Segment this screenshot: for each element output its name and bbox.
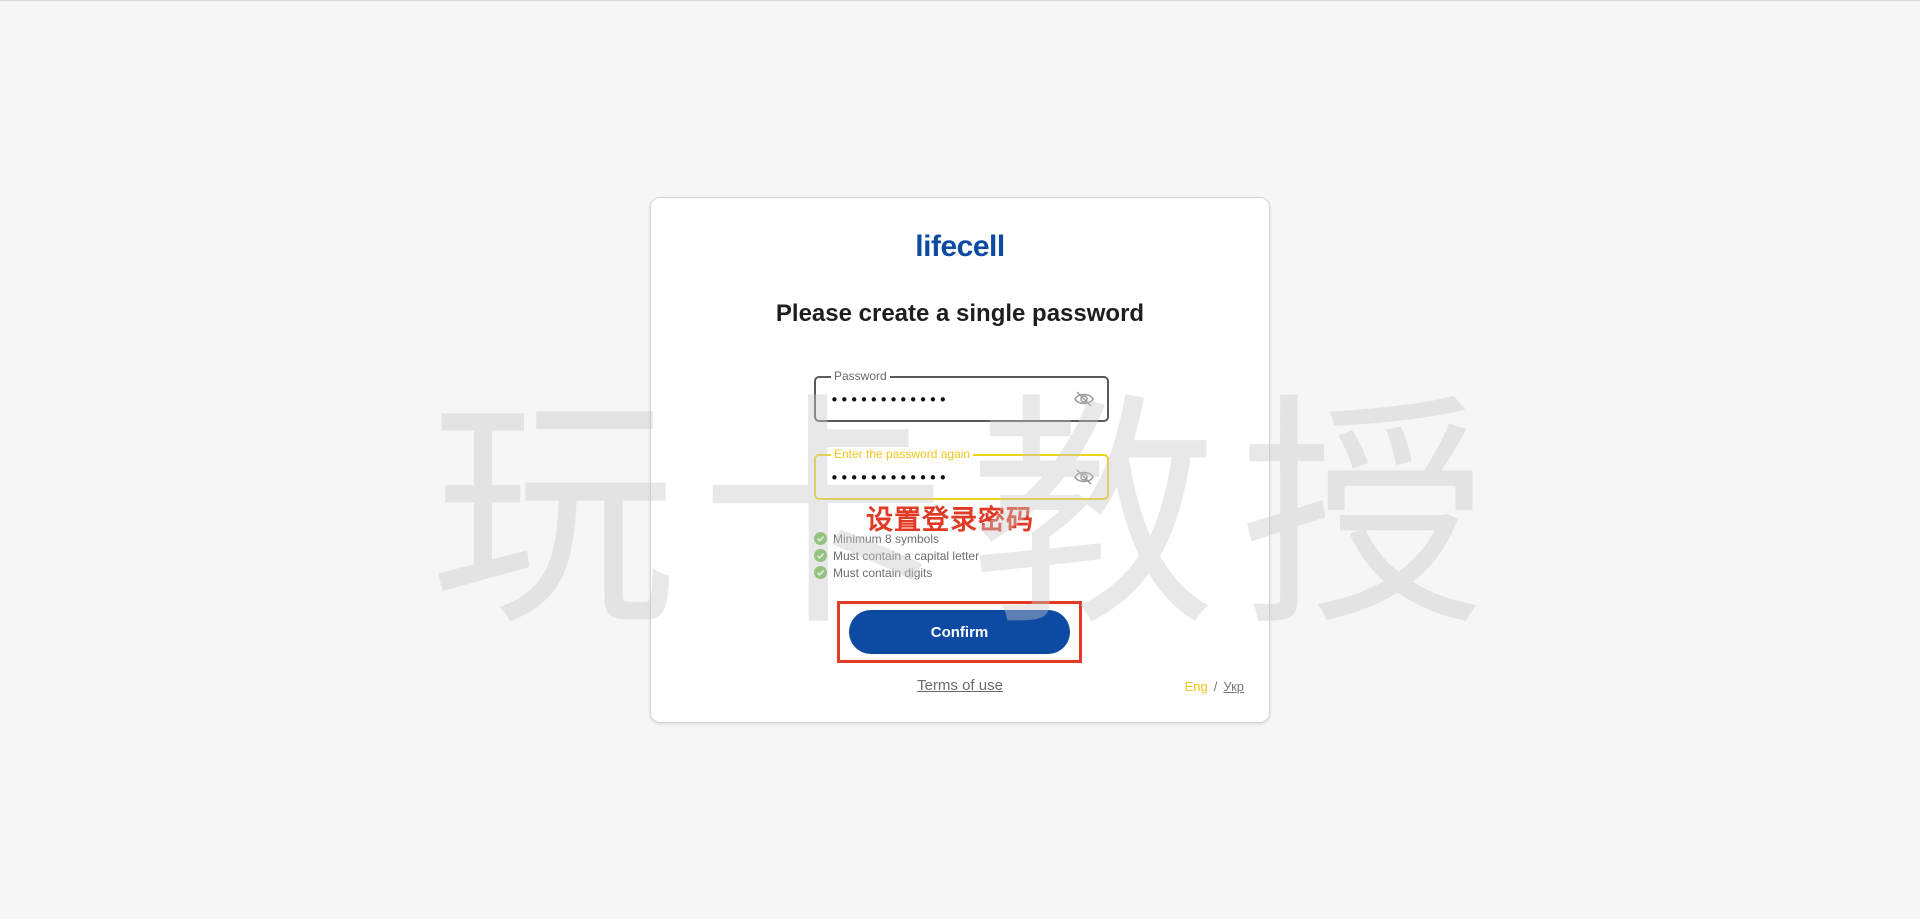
- check-circle-icon: [814, 549, 827, 562]
- password-repeat-label: Enter the password again: [831, 446, 974, 462]
- password-label: Password: [831, 368, 890, 384]
- terms-of-use-link[interactable]: Terms of use: [917, 677, 1003, 694]
- password-field[interactable]: Password: [814, 368, 1109, 422]
- page-title: Please create a single password: [775, 300, 1145, 327]
- requirement-text: Minimum 8 symbols: [833, 531, 940, 546]
- terms-link-row: Terms of use: [651, 677, 1269, 694]
- lifecell-logo: lifecell: [915, 230, 1005, 263]
- requirement-text: Must contain digits: [833, 565, 933, 580]
- lang-eng-option[interactable]: Eng: [1185, 679, 1208, 694]
- password-requirements: Minimum 8 symbols Must contain a capital…: [814, 530, 979, 581]
- check-circle-icon: [814, 532, 827, 545]
- confirm-button[interactable]: Confirm: [849, 610, 1070, 654]
- requirement-item: Must contain a capital letter: [814, 547, 979, 564]
- password-repeat-field[interactable]: Enter the password again: [814, 446, 1109, 500]
- password-card: lifecell Please create a single password…: [650, 197, 1270, 723]
- eye-off-icon[interactable]: [1073, 389, 1095, 409]
- lang-separator: /: [1213, 679, 1218, 694]
- check-circle-icon: [814, 566, 827, 579]
- requirement-item: Must contain digits: [814, 564, 979, 581]
- language-switcher: Eng / Укр: [1185, 679, 1244, 694]
- eye-off-icon[interactable]: [1073, 467, 1095, 487]
- top-divider: [0, 0, 1920, 1]
- password-repeat-input[interactable]: [830, 468, 1070, 488]
- lang-ukr-option[interactable]: Укр: [1223, 679, 1244, 694]
- requirement-text: Must contain a capital letter: [833, 548, 980, 563]
- password-input[interactable]: [830, 390, 1070, 410]
- requirement-item: Minimum 8 symbols: [814, 530, 979, 547]
